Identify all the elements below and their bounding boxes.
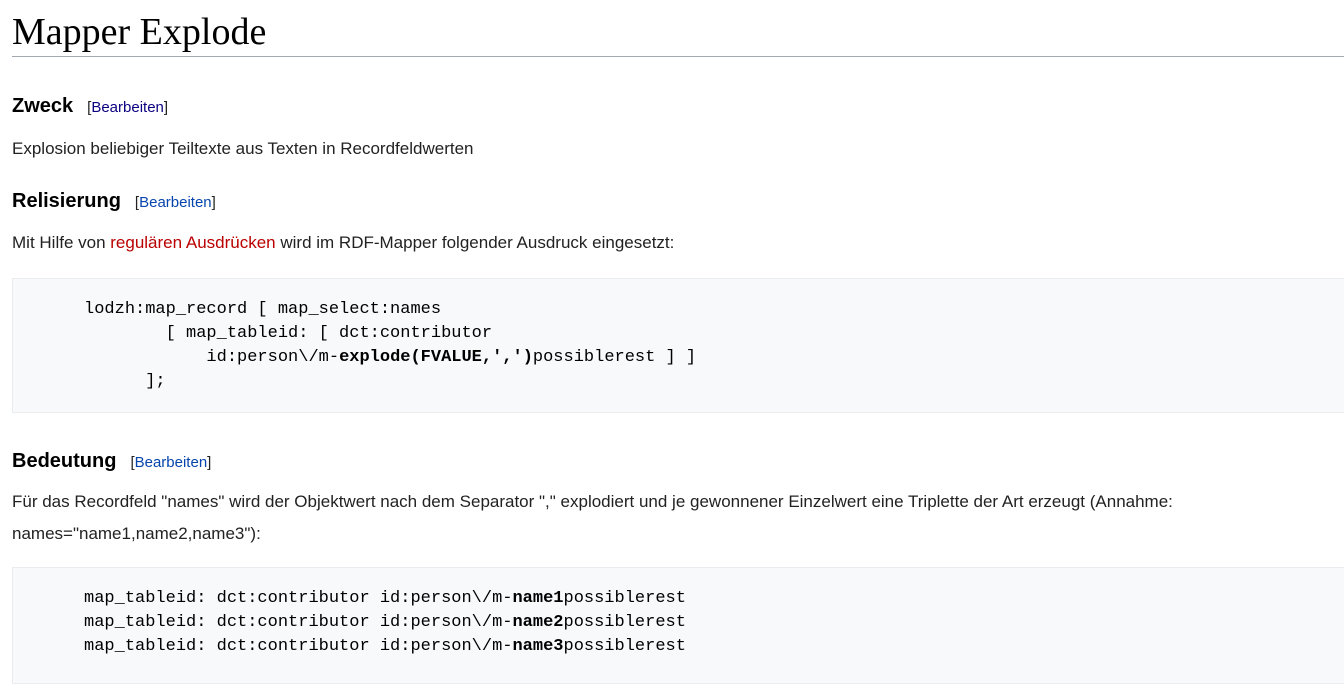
relisierung-text-after: wird im RDF-Mapper folgender Ausdruck ei… [275,233,675,252]
code-block-triples: map_tableid: dct:contributor id:person\/… [12,567,1344,684]
code-fragment: possiblerest [563,613,686,632]
code-mapper: lodzh:map_record [ map_select:names [ ma… [33,298,1344,394]
code-fragment: map_tableid: dct:contributor id:person\/… [33,637,513,656]
code-triples: map_tableid: dct:contributor id:person\/… [33,587,1344,659]
edit-section-relisierung: [Bearbeiten] [135,194,216,211]
heading-relisierung: Relisierung [Bearbeiten] [12,189,216,215]
heading-zweck: Zweck [Bearbeiten] [12,94,168,120]
code-line: lodzh:map_record [ map_select:names [33,300,442,319]
code-fragment: map_tableid: dct:contributor id:person\/… [33,613,513,632]
heading-zweck-label: Zweck [12,95,74,117]
page-title: Mapper Explode [12,11,267,53]
heading-bedeutung: Bedeutung [Bearbeiten] [12,449,211,475]
title-divider [12,56,1344,57]
code-line: [ map_tableid: [ dct:contributor [33,324,493,343]
code-fragment: map_tableid: dct:contributor id:person\/… [33,589,513,608]
bracket-close: ] [163,99,169,116]
heading-relisierung-label: Relisierung [12,190,121,212]
code-fragment: id:person\/m- [33,348,340,367]
code-fragment: possiblerest [563,637,686,656]
code-bold-name: name2 [512,613,564,632]
bracket-close: ] [211,194,216,211]
code-line: map_tableid: dct:contributor id:person\/… [33,613,686,632]
link-regulaere-ausdruecke[interactable]: regulären Ausdrücken [110,233,275,252]
code-fragment: possiblerest [563,589,686,608]
bracket-close: ] [207,454,212,471]
code-line: id:person\/m-explode(FVALUE,',')possible… [33,348,696,367]
edit-section-zweck: [Bearbeiten] [87,99,168,116]
edit-link-relisierung[interactable]: Bearbeiten [139,194,212,211]
bedeutung-paragraph: Für das Recordfeld "names" wird der Obje… [12,492,1173,543]
code-line: map_tableid: dct:contributor id:person\/… [33,637,686,656]
code-fragment: possiblerest ] ] [532,348,697,367]
code-bold-name: name3 [512,637,564,656]
code-bold-explode: explode(FVALUE,',') [339,348,533,367]
relisierung-paragraph: Mit Hilfe von regulären Ausdrücken wird … [12,227,1332,259]
code-block-mapper: lodzh:map_record [ map_select:names [ ma… [12,278,1344,413]
edit-link-bedeutung[interactable]: Bearbeiten [135,454,208,471]
code-line: ]; [33,372,166,391]
code-line: map_tableid: dct:contributor id:person\/… [33,589,686,608]
edit-section-bedeutung: [Bearbeiten] [130,454,211,471]
heading-bedeutung-label: Bedeutung [12,450,117,472]
relisierung-text-before: Mit Hilfe von [12,233,111,252]
edit-link-zweck[interactable]: Bearbeiten [91,99,164,116]
zweck-paragraph: Explosion beliebiger Teiltexte aus Texte… [12,139,474,158]
code-bold-name: name1 [512,589,564,608]
